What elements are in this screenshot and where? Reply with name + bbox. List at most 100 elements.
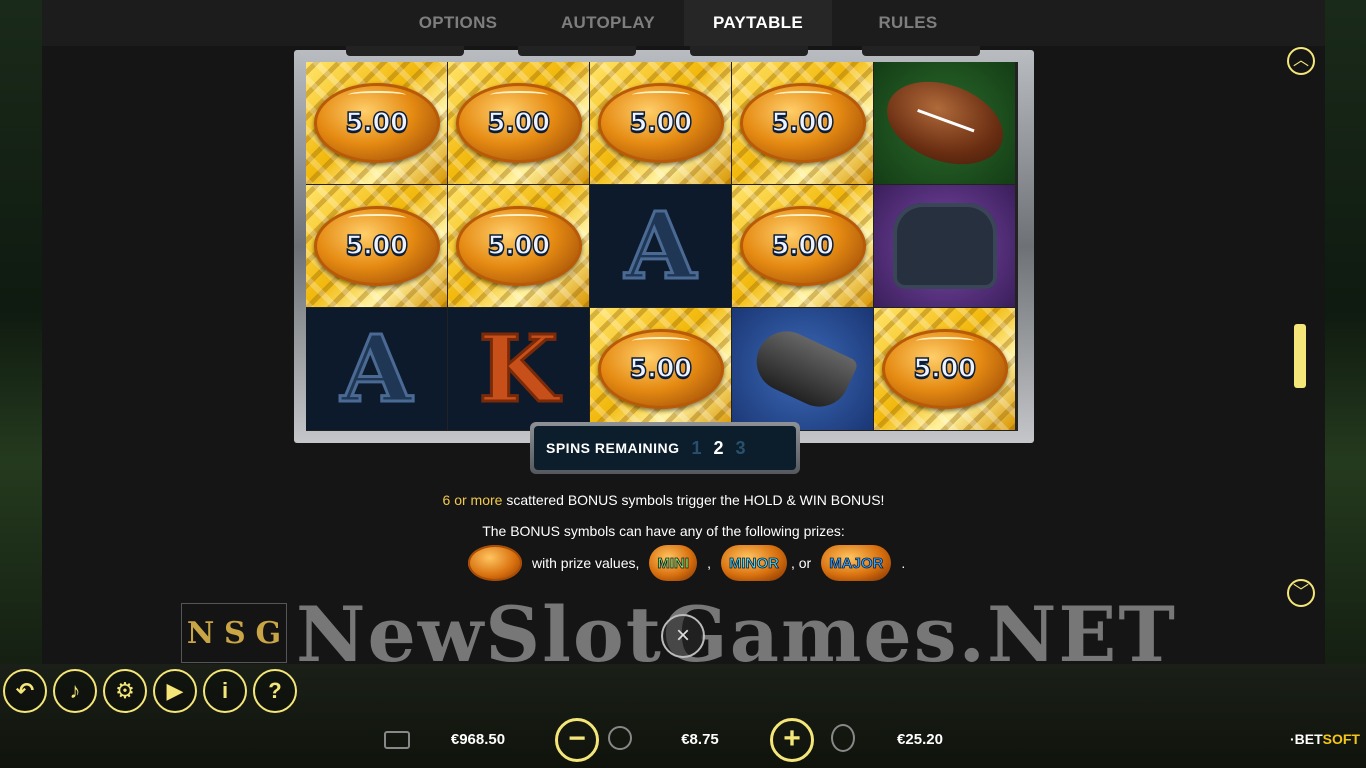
with-prize-values-text: with prize values,	[532, 555, 640, 571]
watermark-logo-letter: N	[186, 615, 215, 651]
brand-prefix: ·BET	[1289, 731, 1323, 747]
bonus-symbol: 5.00	[590, 62, 731, 184]
golden-football-icon: 5.00	[739, 206, 866, 286]
increase-bet-button[interactable]: +	[770, 718, 814, 762]
whistle-icon	[746, 321, 859, 417]
background-left	[0, 0, 42, 768]
letter-k: K	[477, 314, 560, 425]
brand-logo: ·BETSOFT	[1290, 731, 1360, 747]
reel-frame-tab	[862, 46, 980, 56]
shoulder-pads-icon	[892, 203, 997, 289]
bonus-symbol: 5.00	[874, 308, 1015, 430]
bonus-prizes-row: with prize values, MINI , MINOR , or MAJ…	[468, 542, 905, 584]
golden-football-icon: 5.00	[739, 83, 866, 163]
info-icon[interactable]: i	[203, 669, 247, 713]
paytable-panel: OPTIONS AUTOPLAY PAYTABLE RULES 5.00 5.0…	[42, 0, 1325, 664]
reel-frame-tab	[346, 46, 464, 56]
golden-football-icon: 5.00	[313, 83, 440, 163]
prize-value: 5.00	[345, 107, 409, 139]
watermark-logo-letter: G	[255, 615, 282, 651]
letter-a-symbol: A	[590, 185, 731, 307]
golden-football-icon: 5.00	[881, 329, 1008, 409]
bonus-symbol: 5.00	[732, 62, 873, 184]
bonus-symbol: 5.00	[306, 62, 447, 184]
wallet-icon	[384, 731, 410, 749]
paytable-content: 5.00 5.00 5.00 5.00 5.00 5.00 A 5.00 A K…	[42, 46, 1325, 608]
coins-icon	[608, 726, 632, 750]
separator-comma: ,	[707, 555, 711, 571]
spins-remaining-panel: SPINS REMAINING 1 2 3	[530, 422, 800, 474]
close-icon[interactable]: ×	[661, 614, 705, 658]
decrease-bet-button[interactable]: −	[555, 718, 599, 762]
bonus-symbol: 5.00	[448, 62, 589, 184]
watermark-logo-letter: S	[224, 615, 246, 651]
reel-frame: 5.00 5.00 5.00 5.00 5.00 5.00 A 5.00 A K…	[294, 46, 1034, 443]
bonus-symbol: 5.00	[306, 185, 447, 307]
watermark-logo: N S G	[181, 603, 287, 663]
football-symbol	[874, 62, 1015, 184]
mini-jackpot-badge: MINI	[649, 545, 698, 581]
scrollbar-track[interactable]	[1293, 86, 1307, 582]
spin-count-2: 2	[713, 437, 724, 458]
brand-suffix: SOFT	[1322, 731, 1360, 747]
golden-football-icon: 5.00	[455, 206, 582, 286]
golden-football-icon: 5.00	[597, 329, 724, 409]
bonus-symbol: 5.00	[732, 185, 873, 307]
bonus-symbol: 5.00	[448, 185, 589, 307]
tab-autoplay[interactable]: AUTOPLAY	[534, 0, 682, 46]
medal-icon	[831, 724, 855, 752]
bonus-symbol: 5.00	[590, 308, 731, 430]
speaker-icon[interactable]: ♪	[53, 669, 97, 713]
prize-value: 5.00	[771, 230, 835, 262]
reel-grid: 5.00 5.00 5.00 5.00 5.00 5.00 A 5.00 A K…	[306, 62, 1018, 431]
bonus-trigger-highlight: 6 or more	[442, 492, 503, 508]
spins-remaining-label: SPINS REMAINING	[546, 440, 680, 456]
spin-count-1: 1	[691, 437, 702, 458]
minor-jackpot-badge: MINOR	[720, 545, 787, 581]
golden-football-icon: 5.00	[313, 206, 440, 286]
major-jackpot-badge: MAJOR	[821, 545, 892, 581]
prize-value: 5.00	[345, 230, 409, 262]
shoulder-pads-symbol	[874, 185, 1015, 307]
prize-value: 5.00	[913, 353, 977, 385]
prize-value: 5.00	[629, 353, 693, 385]
tab-bar: OPTIONS AUTOPLAY PAYTABLE RULES	[42, 0, 1325, 46]
background-right	[1325, 0, 1366, 768]
question-icon[interactable]: ?	[253, 669, 297, 713]
golden-football-icon	[468, 545, 522, 581]
separator-or: , or	[790, 555, 812, 571]
bonus-trigger-text: 6 or more scattered BONUS symbols trigge…	[42, 492, 1285, 508]
reel-frame-tab	[518, 46, 636, 56]
autoplay-icon[interactable]: ▶	[153, 669, 197, 713]
bottom-control-bar: ↶ ♪ ⚙ ▶ i ? €968.50 − €8.75 + €25.20 ·BE…	[0, 664, 1366, 768]
win-value: €25.20	[897, 731, 943, 748]
tab-paytable[interactable]: PAYTABLE	[684, 0, 832, 46]
separator-period: .	[901, 555, 906, 571]
golden-football-icon: 5.00	[455, 83, 582, 163]
balance-value: €968.50	[450, 731, 506, 748]
back-arrow-icon[interactable]: ↶	[3, 669, 47, 713]
scrollbar-thumb[interactable]	[1294, 324, 1306, 388]
bet-value: €8.75	[681, 731, 719, 748]
tab-options[interactable]: OPTIONS	[384, 0, 532, 46]
golden-football-icon: 5.00	[597, 83, 724, 163]
bonus-trigger-rest: scattered BONUS symbols trigger the HOLD…	[502, 492, 885, 508]
prize-value: 5.00	[771, 107, 835, 139]
chevron-up-icon[interactable]: ︿	[1287, 47, 1315, 75]
spin-count-3: 3	[735, 437, 746, 458]
letter-a: A	[339, 314, 413, 425]
tab-rules[interactable]: RULES	[834, 0, 982, 46]
reel-frame-tab	[690, 46, 808, 56]
spins-remaining-inner: SPINS REMAINING 1 2 3	[534, 426, 796, 470]
gear-icon[interactable]: ⚙	[103, 669, 147, 713]
prize-value: 5.00	[629, 107, 693, 139]
letter-a-symbol: A	[306, 308, 447, 430]
letter-a: A	[623, 191, 697, 302]
letter-k-symbol: K	[448, 308, 589, 430]
chevron-down-icon[interactable]: ﹀	[1287, 579, 1315, 607]
football-icon	[875, 66, 1014, 180]
prize-value: 5.00	[487, 230, 551, 262]
whistle-symbol	[732, 308, 873, 430]
prize-value: 5.00	[487, 107, 551, 139]
bonus-prizes-text: The BONUS symbols can have any of the fo…	[482, 523, 845, 539]
